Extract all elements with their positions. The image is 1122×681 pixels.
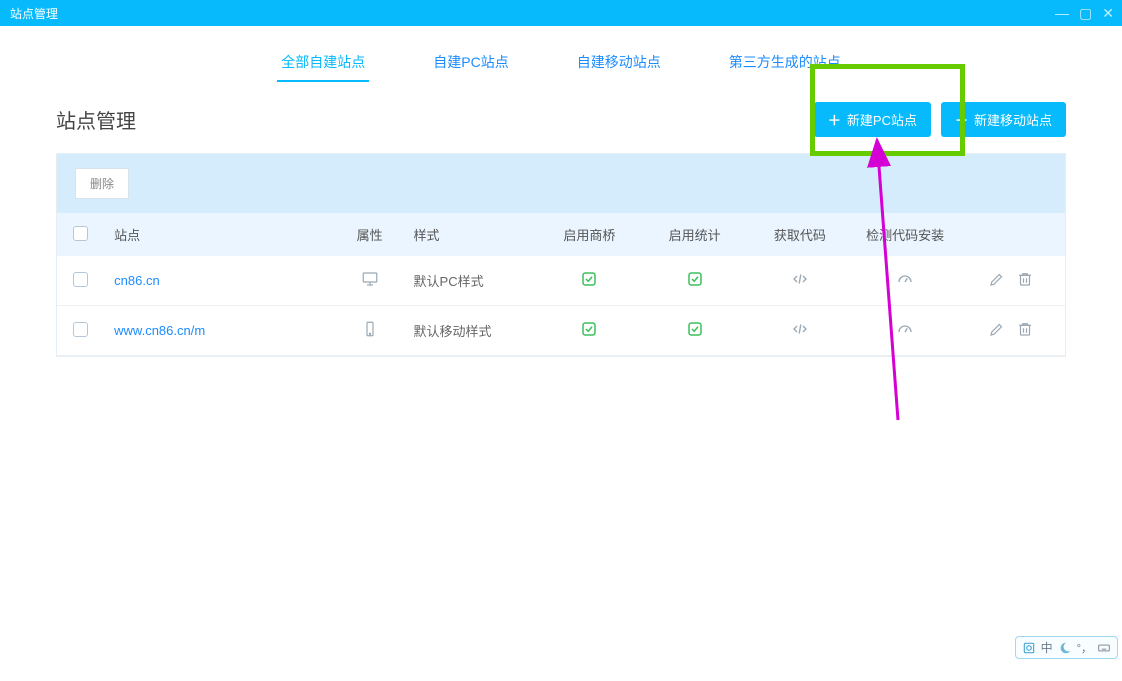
window-controls: — ▢ ✕ [1055,0,1114,26]
col-check: 检测代码安装 [853,213,958,256]
titlebar: 站点管理 — ▢ ✕ [0,0,1122,26]
section-header: 站点管理 ＋ 新建PC站点 ＋ 新建移动站点 [0,92,1122,153]
ime-tray[interactable]: 中 °， [1015,636,1118,659]
row-checkbox[interactable] [73,272,88,287]
table-row: cn86.cn 默认PC样式 [57,256,1065,306]
close-button[interactable]: ✕ [1102,5,1114,22]
site-table: 站点 属性 样式 启用商桥 启用统计 获取代码 检测代码安装 cn86.cn [57,213,1065,356]
maximize-button[interactable]: ▢ [1079,5,1092,22]
trash-icon[interactable] [1016,320,1034,338]
new-mobile-button[interactable]: ＋ 新建移动站点 [941,102,1066,137]
col-checkbox [57,213,104,256]
tab-thirdparty-sites[interactable]: 第三方生成的站点 [725,44,845,82]
tab-bar: 全部自建站点 自建PC站点 自建移动站点 第三方生成的站点 [0,26,1122,92]
plus-icon: ＋ [955,110,968,129]
col-style: 样式 [404,213,537,256]
select-all-checkbox[interactable] [73,226,88,241]
trash-icon[interactable] [1016,270,1034,288]
ime-logo-icon [1022,641,1036,655]
tab-mobile-sites[interactable]: 自建移动站点 [573,44,665,82]
desktop-icon [361,270,379,288]
minimize-button[interactable]: — [1055,5,1069,21]
new-pc-label: 新建PC站点 [847,110,917,129]
check-icon[interactable] [580,270,598,288]
site-link[interactable]: cn86.cn [114,273,160,288]
card-toolbar: 删除 [57,154,1065,213]
gauge-icon[interactable] [896,270,914,288]
plus-icon: ＋ [828,110,841,129]
check-icon[interactable] [686,320,704,338]
col-attr: 属性 [336,213,404,256]
window-title: 站点管理 [10,5,58,22]
style-cell: 默认移动样式 [404,306,537,356]
code-icon[interactable] [791,270,809,288]
site-card: 删除 站点 属性 样式 启用商桥 启用统计 获取代码 检测代码安装 cn86.c [56,153,1066,357]
page-title: 站点管理 [56,105,804,134]
edit-icon[interactable] [988,270,1006,288]
tab-pc-sites[interactable]: 自建PC站点 [429,44,512,82]
site-link[interactable]: www.cn86.cn/m [114,323,205,338]
edit-icon[interactable] [988,320,1006,338]
gauge-icon[interactable] [896,320,914,338]
mobile-icon [361,320,379,338]
check-icon[interactable] [686,270,704,288]
ime-lang: 中 [1041,639,1053,656]
new-pc-button[interactable]: ＋ 新建PC站点 [814,102,931,137]
delete-button[interactable]: 删除 [75,168,129,199]
moon-icon [1058,641,1072,655]
new-mobile-label: 新建移动站点 [974,110,1052,129]
col-site: 站点 [104,213,336,256]
col-getcode: 获取代码 [747,213,852,256]
col-actions [958,213,1065,256]
row-checkbox[interactable] [73,322,88,337]
col-bridge: 启用商桥 [537,213,642,256]
tab-all-sites[interactable]: 全部自建站点 [277,44,369,82]
code-icon[interactable] [791,320,809,338]
table-row: www.cn86.cn/m 默认移动样式 [57,306,1065,356]
check-icon[interactable] [580,320,598,338]
keyboard-icon [1097,641,1111,655]
punct-icon: °， [1077,640,1092,656]
style-cell: 默认PC样式 [404,256,537,306]
col-stats: 启用统计 [642,213,747,256]
